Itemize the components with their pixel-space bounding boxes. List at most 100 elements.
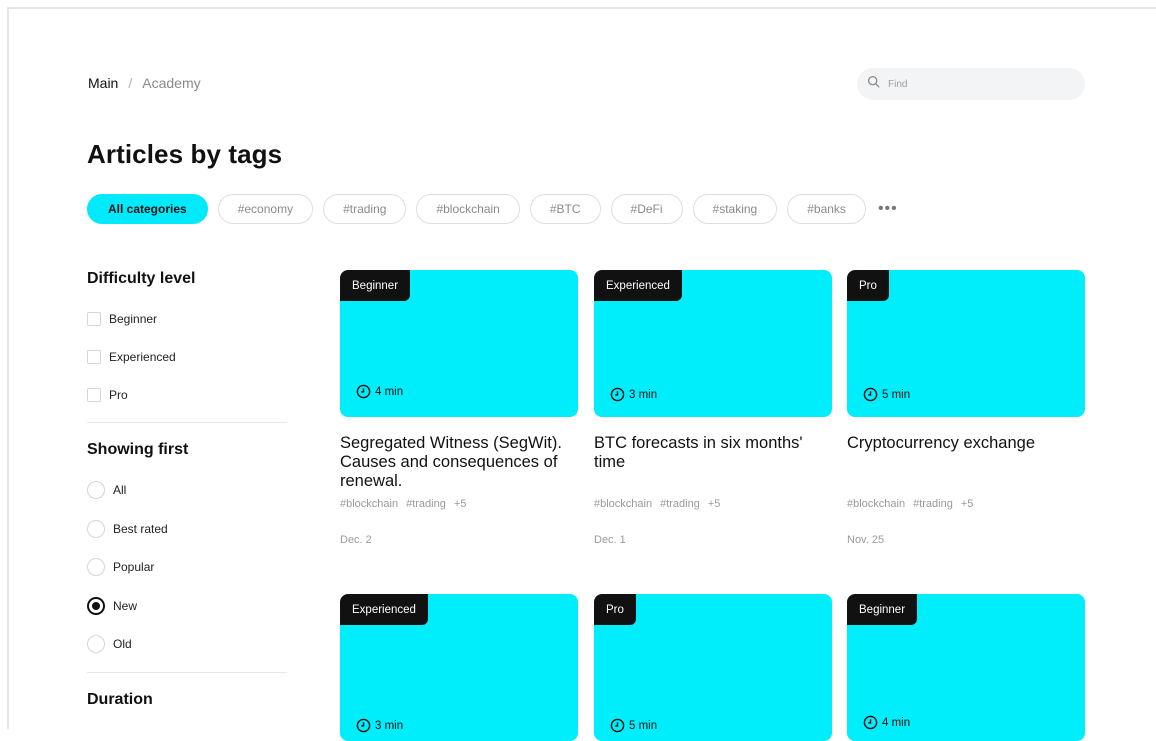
breadcrumb-main-link[interactable]: Main [88, 75, 118, 91]
reading-time-label: 4 min [375, 385, 404, 398]
reading-time: 4 min [356, 384, 403, 399]
article-thumbnail[interactable]: Beginner 4 min [847, 594, 1085, 741]
radio[interactable] [87, 558, 105, 577]
filter-sidebar: Difficulty level Beginner Experienced Pr… [87, 270, 287, 709]
clock-icon [610, 718, 625, 733]
tag-staking[interactable]: #staking [692, 194, 778, 224]
radio-selected[interactable] [87, 596, 105, 615]
search-box[interactable] [857, 68, 1085, 100]
checkbox-label: Pro [109, 388, 128, 402]
tag-trading[interactable]: #trading [323, 194, 407, 224]
reading-time: 4 min [863, 715, 910, 730]
article-card[interactable]: Beginner 4 min Segregated Witness (SegWi… [340, 270, 578, 546]
reading-time-label: 4 min [882, 716, 911, 729]
sort-option-all[interactable]: All [87, 471, 287, 510]
clock-icon [863, 387, 878, 402]
difficulty-option-beginner[interactable]: Beginner [87, 300, 287, 338]
level-badge: Experienced [340, 594, 428, 625]
clock-icon [610, 387, 625, 402]
checkbox[interactable] [87, 312, 101, 326]
article-card[interactable]: Beginner 4 min [847, 594, 1085, 741]
article-tags: #blockchain #trading +5 [847, 498, 1085, 510]
search-input[interactable] [886, 77, 1070, 91]
reading-time-label: 5 min [629, 719, 658, 732]
article-title[interactable]: BTC forecasts in six months' time [594, 434, 832, 491]
tag-blockchain[interactable]: #blockchain [416, 194, 520, 224]
divider [87, 671, 287, 673]
radio[interactable] [87, 481, 105, 500]
divider [87, 422, 287, 423]
article-date: Dec. 2 [340, 534, 372, 546]
tag-defi[interactable]: #DeFi [610, 194, 683, 224]
article-tag-more[interactable]: +5 [961, 498, 974, 510]
checkbox[interactable] [87, 388, 101, 402]
search-icon [867, 75, 880, 93]
radio-label: Old [113, 637, 132, 652]
article-tags: #blockchain #trading +5 [594, 498, 832, 510]
sort-option-best-rated[interactable]: Best rated [87, 510, 287, 549]
article-title[interactable]: Cryptocurrency exchange [847, 434, 1085, 491]
reading-time-label: 5 min [882, 388, 911, 401]
article-tag[interactable]: #trading [913, 498, 953, 510]
article-tag-more[interactable]: +5 [454, 498, 467, 510]
reading-time: 3 min [610, 387, 657, 402]
tag-all-categories[interactable]: All categories [87, 194, 208, 224]
article-card[interactable]: Experienced 3 min BTC forecasts in six m… [594, 270, 832, 546]
reading-time-label: 3 min [375, 719, 404, 732]
breadcrumb: Main / Academy [88, 75, 201, 91]
article-date: Nov. 25 [847, 534, 885, 546]
tag-banks[interactable]: #banks [787, 194, 866, 224]
article-tag-more[interactable]: +5 [708, 498, 721, 510]
level-badge: Pro [594, 594, 636, 625]
showing-first-title: Showing first [87, 441, 189, 458]
reading-time: 3 min [356, 718, 403, 733]
article-thumbnail[interactable]: Beginner 4 min [340, 270, 578, 417]
level-badge: Beginner [340, 270, 411, 301]
sort-option-new[interactable]: New [87, 587, 287, 626]
radio[interactable] [87, 635, 105, 654]
article-thumbnail[interactable]: Experienced 3 min [340, 594, 578, 741]
breadcrumb-current: Academy [142, 75, 201, 91]
radio[interactable] [87, 519, 105, 538]
article-tag[interactable]: #trading [406, 498, 446, 510]
article-tag[interactable]: #blockchain [340, 498, 398, 510]
sort-option-popular[interactable]: Popular [87, 548, 287, 587]
article-tag[interactable]: #blockchain [594, 498, 652, 510]
level-badge: Experienced [594, 270, 682, 301]
tag-filter-bar: All categories #economy #trading #blockc… [87, 194, 898, 224]
more-tags-icon[interactable]: ••• [878, 200, 898, 218]
checkbox-label: Beginner [109, 312, 158, 326]
checkbox-label: Experienced [109, 350, 176, 364]
article-card[interactable]: Pro 5 min [594, 594, 832, 741]
article-tag[interactable]: #trading [660, 498, 700, 510]
article-date: Dec. 1 [594, 534, 626, 546]
article-tags: #blockchain #trading +5 [340, 498, 578, 510]
radio-label: Popular [113, 560, 155, 575]
clock-icon [356, 384, 371, 399]
article-card[interactable]: Experienced 3 min [340, 594, 578, 741]
article-title[interactable]: Segregated Witness (SegWit). Causes and … [340, 434, 578, 491]
clock-icon [356, 718, 371, 733]
article-tag[interactable]: #blockchain [847, 498, 905, 510]
page-title: Articles by tags [87, 139, 283, 169]
article-card[interactable]: Pro 5 min Cryptocurrency exchange #block… [847, 270, 1085, 546]
reading-time-label: 3 min [629, 388, 658, 401]
reading-time: 5 min [610, 718, 657, 733]
article-thumbnail[interactable]: Pro 5 min [847, 270, 1085, 417]
reading-time: 5 min [863, 387, 910, 402]
clock-icon [863, 715, 878, 730]
article-thumbnail[interactable]: Pro 5 min [594, 594, 832, 741]
checkbox[interactable] [87, 350, 101, 364]
tag-btc[interactable]: #BTC [529, 194, 601, 224]
radio-label: New [113, 598, 138, 613]
radio-label: All [113, 483, 127, 498]
breadcrumb-separator: / [128, 75, 133, 91]
duration-title: Duration [87, 690, 153, 708]
radio-label: Best rated [113, 521, 168, 536]
level-badge: Beginner [847, 594, 918, 625]
difficulty-option-pro[interactable]: Pro [87, 376, 287, 414]
sort-option-old[interactable]: Old [87, 625, 287, 664]
tag-economy[interactable]: #economy [217, 194, 314, 224]
difficulty-option-experienced[interactable]: Experienced [87, 338, 287, 376]
article-thumbnail[interactable]: Experienced 3 min [594, 270, 832, 417]
